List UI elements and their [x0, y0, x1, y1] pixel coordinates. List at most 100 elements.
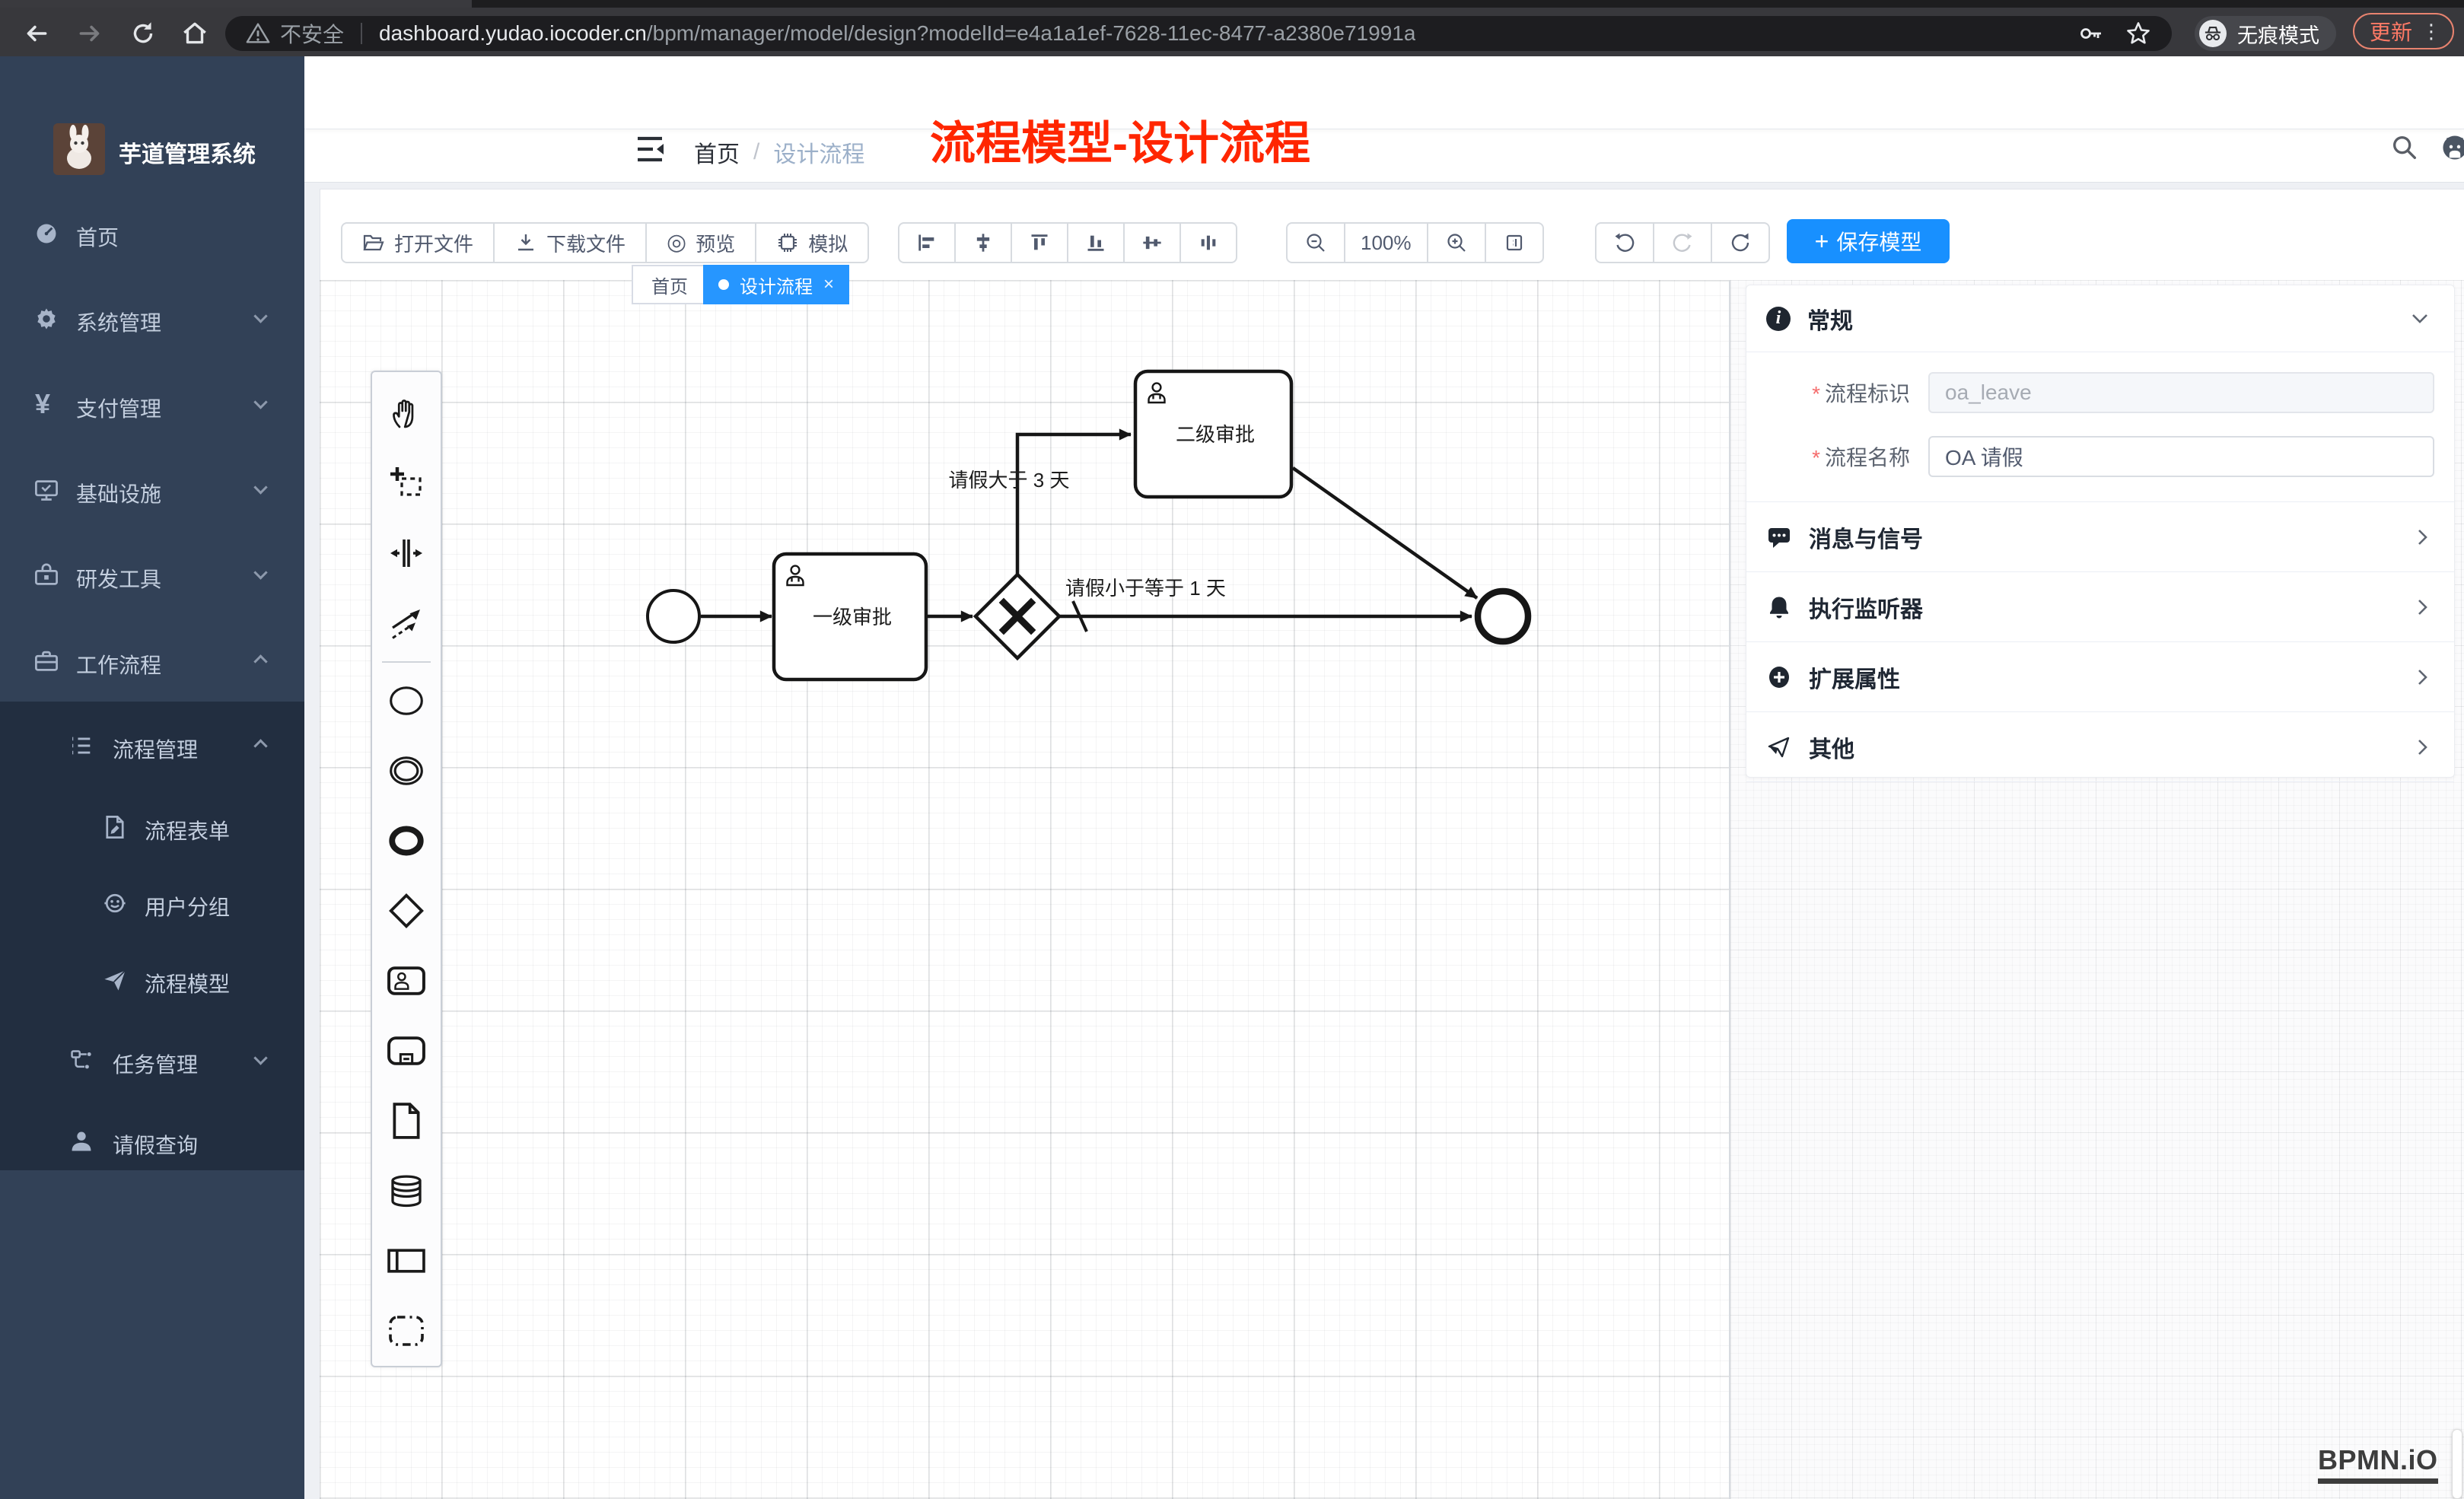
- start-event-icon[interactable]: [372, 666, 441, 736]
- address-bar[interactable]: 不安全 dashboard.yudao.iocoder.cn/bpm/manag…: [225, 16, 2172, 51]
- search-icon[interactable]: [2389, 132, 2420, 163]
- sidebar-item-infra[interactable]: 基础设施: [0, 452, 304, 528]
- gear-icon: [33, 306, 59, 332]
- bpmn-io-logo[interactable]: BPMN.iO: [2318, 1444, 2438, 1484]
- sidebar-item-process-mgmt[interactable]: 流程管理: [0, 708, 304, 784]
- tab-close-icon[interactable]: ×: [823, 274, 834, 295]
- align-top-icon: [1029, 232, 1050, 253]
- preview-icon: ◎: [667, 231, 686, 254]
- section-other[interactable]: 其他: [1746, 712, 2454, 782]
- breadcrumb-home[interactable]: 首页: [694, 135, 740, 169]
- task-label: 一级审批: [813, 606, 892, 629]
- preview-button[interactable]: ◎ 预览: [645, 224, 755, 262]
- restart-button[interactable]: [1711, 224, 1768, 262]
- sidebar-item-process-model[interactable]: 流程模型: [0, 942, 304, 1018]
- section-execution-listeners[interactable]: 执行监听器: [1746, 572, 2454, 642]
- align-center-h-button[interactable]: [954, 224, 1011, 262]
- restart-icon: [1729, 231, 1752, 254]
- save-model-button[interactable]: + 保存模型: [1787, 219, 1950, 263]
- pool-icon[interactable]: [372, 1226, 441, 1296]
- file-toolbar-group: 打开文件 下载文件 ◎ 预览 模拟: [341, 222, 869, 263]
- start-event[interactable]: [648, 590, 699, 642]
- sidebar-item-process-form[interactable]: 流程表单: [0, 789, 304, 865]
- sidebar-item-task-mgmt[interactable]: 任务管理: [0, 1023, 304, 1099]
- flow-gateway-to-task2[interactable]: [1017, 434, 1131, 574]
- align-left-button[interactable]: [899, 224, 954, 262]
- browser-tab[interactable]: [0, 0, 472, 8]
- menu-dots-icon[interactable]: ⋮: [2421, 20, 2442, 43]
- sidebar-item-devtools[interactable]: 研发工具: [0, 537, 304, 613]
- chevron-down-icon: [253, 395, 267, 409]
- end-event-icon[interactable]: [372, 806, 441, 876]
- message-icon: [1766, 524, 1792, 550]
- data-object-icon[interactable]: [372, 1086, 441, 1156]
- back-button[interactable]: [20, 17, 53, 50]
- align-top-button[interactable]: [1011, 224, 1067, 262]
- sidebar-item-payment[interactable]: ¥ 支付管理: [0, 367, 304, 443]
- gateway-icon[interactable]: [372, 876, 441, 946]
- user-task-level1[interactable]: 一级审批: [774, 554, 926, 679]
- section-general[interactable]: i 常规: [1746, 285, 2454, 352]
- process-name-input[interactable]: [1928, 436, 2434, 477]
- chevron-down-icon: [253, 1051, 267, 1065]
- undo-button[interactable]: [1597, 224, 1653, 262]
- folder-icon: [362, 231, 385, 254]
- flow-task2-to-end[interactable]: [1293, 468, 1477, 598]
- tab-home[interactable]: 首页: [632, 265, 708, 304]
- space-tool-icon[interactable]: [372, 518, 441, 588]
- download-file-button[interactable]: 下载文件: [493, 224, 645, 262]
- zoom-out-button[interactable]: [1288, 224, 1344, 262]
- field-process-key: *流程标识: [1766, 372, 2434, 413]
- zoom-in-button[interactable]: [1427, 224, 1485, 262]
- connect-tool-icon[interactable]: [372, 588, 441, 658]
- align-center-v-button[interactable]: [1123, 224, 1179, 262]
- browser-update-button[interactable]: 更新 ⋮: [2353, 13, 2454, 49]
- sidebar-item-workflow[interactable]: 工作流程: [0, 623, 304, 699]
- sidebar-item-home[interactable]: 首页: [0, 196, 304, 272]
- dashboard-icon: [33, 221, 59, 247]
- field-process-name: *流程名称: [1766, 436, 2434, 477]
- required-mark: *: [1812, 446, 1820, 469]
- end-event[interactable]: [1478, 591, 1528, 641]
- browser-chrome: 不安全 dashboard.yudao.iocoder.cn/bpm/manag…: [0, 0, 2464, 56]
- subprocess-icon[interactable]: [372, 1016, 441, 1086]
- lasso-tool-icon[interactable]: [372, 448, 441, 518]
- open-file-button[interactable]: 打开文件: [342, 224, 493, 262]
- align-bottom-button[interactable]: [1067, 224, 1123, 262]
- data-store-icon[interactable]: [372, 1156, 441, 1226]
- zoom-reset-button[interactable]: [1485, 224, 1542, 262]
- section-messages-signals[interactable]: 消息与信号: [1746, 502, 2454, 572]
- user-task-level2[interactable]: 二级审批: [1135, 371, 1291, 497]
- sidebar-item-leave-query[interactable]: 请假查询: [0, 1103, 304, 1179]
- bell-icon: [1766, 594, 1792, 620]
- hand-tool-icon[interactable]: [372, 378, 441, 448]
- simulate-button[interactable]: 模拟: [755, 224, 867, 262]
- zoom-level-button[interactable]: 100%: [1344, 224, 1427, 262]
- history-toolbar-group: [1595, 222, 1770, 263]
- github-icon[interactable]: [2440, 132, 2464, 163]
- user-task-icon[interactable]: [372, 946, 441, 1016]
- sidebar-item-system[interactable]: 系统管理: [0, 281, 304, 357]
- person-icon: [68, 1128, 94, 1154]
- reload-button[interactable]: [126, 17, 160, 50]
- sidebar-item-user-group[interactable]: 用户分组: [0, 865, 304, 941]
- section-extended-attributes[interactable]: 扩展属性: [1746, 642, 2454, 712]
- distribute-v-button[interactable]: [1179, 224, 1236, 262]
- align-bottom-icon: [1085, 232, 1106, 253]
- scrollbar-thumb[interactable]: [2452, 1429, 2462, 1499]
- password-key-icon[interactable]: [2077, 20, 2105, 47]
- intermediate-event-icon[interactable]: [372, 736, 441, 806]
- section-title: 常规: [1807, 302, 1853, 336]
- sidebar-logo[interactable]: 芋道管理系统: [0, 123, 304, 177]
- flow-condition-label: 请假大于 3 天: [949, 469, 1070, 492]
- bookmark-star-icon[interactable]: [2125, 20, 2152, 47]
- redo-button[interactable]: [1653, 224, 1711, 262]
- chevron-up-icon: [253, 654, 267, 668]
- group-icon[interactable]: [372, 1296, 441, 1366]
- exclusive-gateway[interactable]: [976, 574, 1059, 658]
- zoom-toolbar-group: 100%: [1286, 222, 1544, 263]
- forward-button[interactable]: [73, 17, 107, 50]
- sidebar-collapse-button[interactable]: [636, 135, 665, 163]
- tab-design-process[interactable]: 设计流程 ×: [703, 265, 849, 304]
- home-button[interactable]: [178, 17, 212, 50]
